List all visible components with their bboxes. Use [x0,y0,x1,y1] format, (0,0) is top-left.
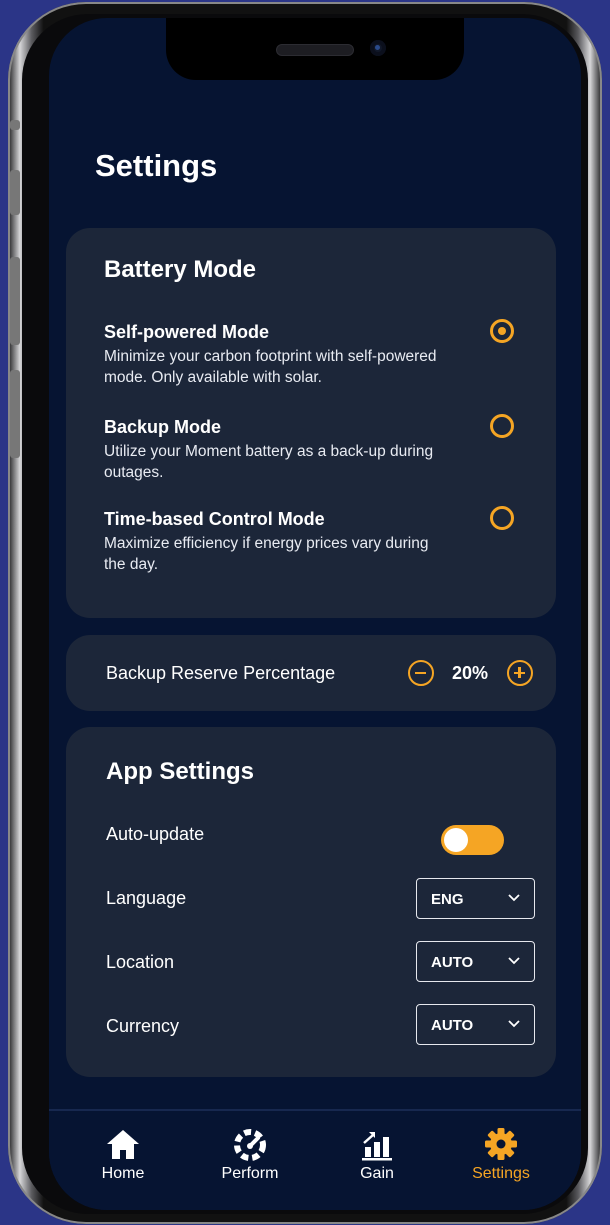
currency-label: Currency [106,1016,180,1036]
side-button [10,370,20,458]
camera [370,40,386,56]
battery-mode-title: Battery Mode [104,256,257,283]
currency-value: AUTO [431,1017,474,1034]
decrease-reserve-button[interactable] [408,660,434,686]
tab-bar: Home Perform Gain Settings [49,1109,581,1210]
tab-home[interactable]: Home [68,1127,178,1183]
tab-label: Settings [472,1165,530,1182]
mode-name: Self-powered Mode [104,322,270,342]
gear-icon [485,1128,517,1160]
location-select[interactable]: AUTO [416,941,535,982]
app-screen: Settings Battery Mode Self-powered Mode … [49,18,581,1210]
mode-name: Time-based Control Mode [104,509,325,529]
chevron-down-icon [508,1020,520,1028]
mode-option-time-based[interactable]: Time-based Control Mode Maximize efficie… [104,509,464,575]
radio-time-based[interactable] [490,506,514,530]
tab-settings[interactable]: Settings [446,1127,556,1183]
location-value: AUTO [431,954,474,971]
speaker-grille [276,44,354,56]
language-select[interactable]: ENG [416,878,535,919]
language-value: ENG [431,891,464,908]
currency-select[interactable]: AUTO [416,1004,535,1045]
page-title: Settings [95,148,218,183]
tab-label: Gain [360,1165,394,1182]
location-label: Location [106,952,175,972]
tab-perform[interactable]: Perform [195,1127,305,1183]
app-settings-title: App Settings [106,758,254,785]
radio-self-powered[interactable] [490,319,514,343]
auto-update-toggle[interactable] [441,825,504,855]
backup-reserve-label: Backup Reserve Percentage [106,663,336,683]
toggle-knob [444,828,468,852]
chevron-down-icon [508,957,520,965]
tab-label: Home [101,1165,145,1182]
backup-reserve-card: Backup Reserve Percentage 20% [66,635,556,711]
gauge-icon [234,1129,266,1161]
notch [166,18,464,80]
bar-chart-icon [362,1132,392,1161]
mode-description: Minimize your carbon footprint with self… [104,348,437,386]
tab-label: Perform [221,1165,279,1182]
backup-reserve-value: 20% [452,663,489,683]
language-label: Language [106,888,187,908]
battery-mode-card: Battery Mode Self-powered Mode Minimize … [66,228,556,618]
increase-reserve-button[interactable] [507,660,533,686]
minus-icon [415,671,426,674]
side-button [10,170,20,215]
home-icon [107,1130,139,1159]
side-button [10,257,20,345]
side-button [10,120,20,130]
mode-description: Utilize your Moment battery as a back-up… [104,443,434,481]
radio-backup[interactable] [490,414,514,438]
mode-option-backup[interactable]: Backup Mode Utilize your Moment battery … [104,417,464,483]
mode-name: Backup Mode [104,417,222,437]
app-settings-card: App Settings Auto-update Language ENG Lo… [66,727,556,1077]
mode-description: Maximize efficiency if energy prices var… [104,535,429,573]
tab-gain[interactable]: Gain [322,1127,432,1183]
mode-option-self-powered[interactable]: Self-powered Mode Minimize your carbon f… [104,322,464,388]
auto-update-label: Auto-update [106,824,205,844]
chevron-down-icon [508,894,520,902]
